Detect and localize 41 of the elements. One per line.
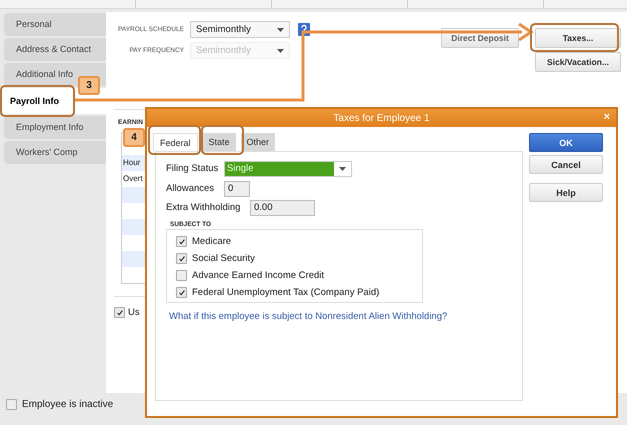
checkbox[interactable] (176, 287, 187, 298)
window-title: Taxes for Employee 1 (333, 112, 430, 124)
step-badge: 4 (123, 128, 145, 147)
field-label: Filing Status (166, 163, 220, 174)
sidebar-tab[interactable]: Personal (4, 13, 106, 36)
checkbox-label: Federal Unemployment Tax (Company Paid) (192, 287, 380, 298)
checkbox[interactable] (176, 236, 187, 247)
checkbox[interactable] (114, 307, 125, 318)
tab[interactable]: State (202, 133, 236, 151)
dialog-button[interactable]: OK (529, 133, 603, 152)
checkbox-label: Advance Earned Income Credit (192, 270, 324, 281)
dialog-button[interactable]: Cancel (529, 155, 603, 174)
caret-icon (277, 28, 284, 32)
checkbox[interactable] (176, 253, 187, 264)
checkbox-label: Medicare (192, 236, 232, 247)
checkbox-label: Employee is inactive (22, 399, 114, 410)
tab[interactable]: Federal (153, 133, 198, 151)
table-cell: Overt (123, 174, 143, 183)
highlight-frame (148, 125, 201, 155)
dialog-button[interactable]: Help (529, 183, 603, 202)
action-button[interactable]: Sick/Vacation... (535, 52, 621, 72)
action-button[interactable]: Taxes... (535, 28, 621, 48)
step-badge: 3 (78, 76, 100, 95)
sidebar-tab[interactable]: Workers' Comp (4, 141, 106, 164)
help-link[interactable]: What if this employee is subject to Nonresident Alien Withholding? (169, 311, 512, 322)
input-field[interactable]: 0.00 (250, 200, 315, 216)
table-cell: Hour (123, 158, 140, 167)
checkbox-label: Social Security (192, 253, 255, 264)
tab[interactable]: Other (240, 133, 276, 151)
dropdown[interactable]: Semimonthly (190, 21, 290, 38)
sidebar-tab[interactable]: Address & Contact (4, 38, 106, 61)
field-label: Allowances (166, 183, 216, 194)
caret-icon (339, 166, 346, 170)
checkbox[interactable] (6, 399, 17, 410)
field-label: Extra Withholding (166, 202, 242, 213)
caret-icon (277, 48, 284, 52)
highlight-frame (201, 125, 244, 155)
sidebar-tab[interactable]: Employment Info (4, 116, 106, 139)
checkbox-label: Us (128, 307, 140, 318)
checkbox[interactable] (176, 270, 187, 281)
input-field[interactable]: 0 (224, 180, 250, 196)
